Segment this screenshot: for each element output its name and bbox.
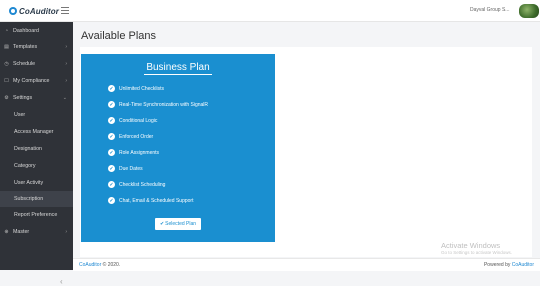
- sidebar-item-templates[interactable]: ▤ Templates ›: [0, 39, 73, 55]
- selected-plan-label: Selected Plan: [165, 221, 197, 227]
- plan-feature-label: Role Assignments: [119, 149, 160, 156]
- check-circle-icon: ✓: [108, 85, 115, 92]
- footer-powered-by: Powered by CoAuditor: [484, 262, 534, 268]
- plan-title-underline: [144, 74, 212, 75]
- sidebar: ◔ Dashboard ▤ Templates › ◷ Schedule › ☐…: [0, 22, 73, 286]
- sidebar-item-label: User: [14, 112, 26, 118]
- plan-card: Business Plan ✓ Unlimited Checklists ✓ R…: [81, 54, 275, 242]
- sidebar-item-label: Subscription: [14, 196, 44, 202]
- activation-watermark-subtitle: Go to Settings to activate Windows.: [441, 250, 513, 255]
- plan-feature-label: Conditional Logic: [119, 117, 158, 124]
- compliance-icon: ☐: [4, 78, 9, 84]
- sidebar-item-label: Access Manager: [14, 129, 54, 135]
- sidebar-item-access-manager[interactable]: Access Manager: [0, 124, 73, 140]
- footer-powered-text: Powered by: [483, 262, 512, 268]
- check-circle-icon: ✓: [108, 149, 115, 156]
- sidebar-item-label: User Activity: [14, 180, 44, 186]
- plan-feature-label: Due Dates: [119, 165, 143, 172]
- check-circle-icon: ✓: [108, 133, 115, 140]
- check-circle-icon: ✓: [108, 197, 115, 204]
- plan-feature: ✓ Unlimited Checklists: [108, 84, 164, 93]
- chevron-right-icon: ›: [65, 44, 67, 50]
- chevron-down-icon: ⌄: [62, 95, 67, 101]
- check-circle-icon: ✓: [108, 101, 115, 108]
- sidebar-item-label: Category: [14, 163, 36, 169]
- page-title: Available Plans: [81, 30, 157, 42]
- check-icon: ✔: [159, 221, 165, 227]
- footer-powered-link[interactable]: CoAuditor: [512, 262, 534, 268]
- top-bar: CoAuditor Dayval Group S...: [0, 0, 540, 22]
- plan-feature: ✓ Enforced Order: [108, 132, 153, 141]
- sidebar-item-label: Settings: [13, 95, 33, 101]
- plan-feature: ✓ Conditional Logic: [108, 116, 157, 125]
- settings-icon: ⚙: [4, 95, 9, 101]
- sidebar-item-label: Templates: [13, 44, 38, 50]
- sidebar-item-subscription[interactable]: Subscription: [0, 191, 73, 207]
- check-circle-icon: ✓: [108, 165, 115, 172]
- plan-feature: ✓ Due Dates: [108, 164, 143, 173]
- sidebar-item-user-activity[interactable]: User Activity: [0, 175, 73, 191]
- sidebar-item-master[interactable]: ⊕ Master ›: [0, 224, 73, 240]
- check-circle-icon: ✓: [108, 117, 115, 124]
- sidebar-item-label: Dashboard: [13, 28, 39, 34]
- sidebar-item-label: Master: [13, 229, 30, 235]
- templates-icon: ▤: [4, 44, 9, 50]
- plan-feature: ✓ Checklist Scheduling: [108, 180, 165, 189]
- plan-feature-label: Enforced Order: [119, 133, 154, 140]
- plan-feature: ✓ Real-Time Synchronization with SignalR: [108, 100, 208, 109]
- plan-feature-label: Checklist Scheduling: [119, 181, 166, 188]
- brand-name: CoAuditor: [19, 6, 60, 16]
- collapse-sidebar-icon[interactable]: ‹: [60, 278, 68, 286]
- schedule-icon: ◷: [4, 61, 9, 67]
- chevron-right-icon: ›: [65, 229, 67, 235]
- sidebar-item-designation[interactable]: Designation: [0, 141, 73, 157]
- master-icon: ⊕: [4, 229, 9, 235]
- plan-feature-label: Real-Time Synchronization with SignalR: [119, 101, 209, 108]
- selected-plan-button[interactable]: ✔ Selected Plan: [155, 218, 201, 230]
- sidebar-item-label: Schedule: [13, 61, 36, 67]
- plan-title: Business Plan: [146, 62, 210, 73]
- plan-feature: ✓ Role Assignments: [108, 148, 159, 157]
- dashboard-icon: ◔: [4, 28, 9, 34]
- chevron-right-icon: ›: [65, 61, 67, 67]
- menu-toggle-icon[interactable]: [61, 7, 69, 14]
- footer-copyright-text: © 2020.: [101, 262, 121, 268]
- user-name[interactable]: Dayval Group S...: [470, 7, 509, 13]
- plan-feature: ✓ Chat, Email & Scheduled Support: [108, 196, 194, 205]
- footer: CoAuditor © 2020. Powered by CoAuditor: [73, 258, 540, 271]
- plan-feature-label: Unlimited Checklists: [119, 85, 165, 92]
- logo-icon: [9, 7, 17, 15]
- footer-brand-link[interactable]: CoAuditor: [79, 262, 101, 268]
- sidebar-item-report-preference[interactable]: Report Preference: [0, 207, 73, 223]
- avatar[interactable]: [519, 4, 539, 18]
- sidebar-item-label: Designation: [14, 146, 42, 152]
- sidebar-item-settings[interactable]: ⚙ Settings ⌄: [0, 90, 73, 106]
- sidebar-item-dashboard[interactable]: ◔ Dashboard: [0, 23, 73, 39]
- sidebar-item-label: Report Preference: [14, 212, 58, 218]
- chevron-right-icon: ›: [65, 78, 67, 84]
- brand-logo[interactable]: CoAuditor: [9, 5, 59, 17]
- sidebar-item-user[interactable]: User: [0, 107, 73, 123]
- sidebar-item-label: My Compliance: [13, 78, 50, 84]
- activation-watermark-title: Activate Windows: [441, 241, 501, 250]
- sidebar-item-category[interactable]: Category: [0, 158, 73, 174]
- check-circle-icon: ✓: [108, 181, 115, 188]
- footer-copyright: CoAuditor © 2020.: [79, 262, 120, 268]
- sidebar-item-schedule[interactable]: ◷ Schedule ›: [0, 56, 73, 72]
- sidebar-item-my-compliance[interactable]: ☐ My Compliance ›: [0, 73, 73, 89]
- plan-feature-label: Chat, Email & Scheduled Support: [119, 197, 194, 204]
